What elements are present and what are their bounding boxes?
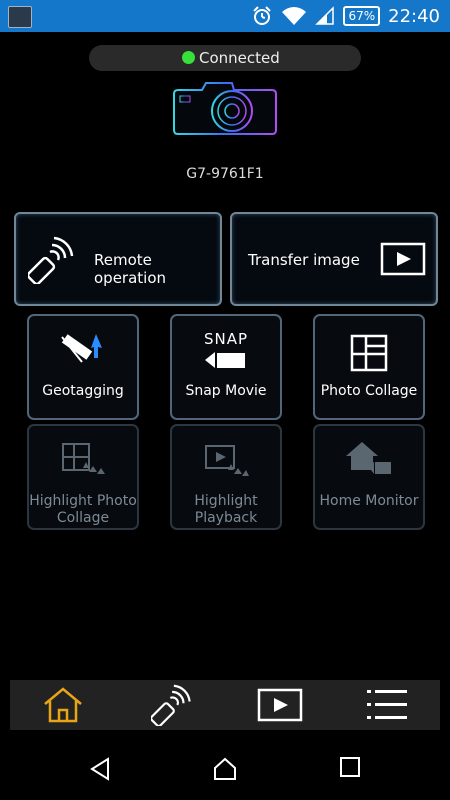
remote-control-icon [28, 236, 74, 284]
geotagging-label: Geotagging [42, 383, 124, 399]
geotagging-button[interactable]: Geotagging [27, 314, 139, 420]
highlight-collage-icon [62, 443, 105, 474]
play-icon [257, 688, 303, 722]
transfer-image-label: Transfer image [248, 251, 360, 269]
highlight-playback-line2: Playback [194, 510, 258, 526]
highlight-photo-collage-line1: Highlight Photo [29, 493, 137, 509]
connection-label: Connected [199, 49, 280, 67]
system-nav-bar [0, 738, 450, 800]
collage-grid-icon [350, 334, 388, 372]
battery-indicator: 67% [343, 6, 381, 26]
nav-playback[interactable] [230, 680, 330, 730]
nav-home[interactable] [13, 680, 113, 730]
snap-movie-label: Snap Movie [185, 383, 267, 399]
back-icon[interactable] [88, 756, 112, 782]
highlight-playback-icon [205, 445, 249, 476]
nav-remote[interactable] [123, 680, 223, 730]
recents-icon[interactable] [339, 756, 361, 778]
photo-collage-button[interactable]: Photo Collage [313, 314, 425, 420]
transfer-image-button[interactable]: Transfer image [230, 212, 438, 306]
app-notification-icon [8, 6, 32, 28]
wifi-icon [282, 7, 307, 25]
signal-icon [315, 6, 335, 25]
highlight-playback-button[interactable]: Highlight Playback [170, 424, 282, 530]
nav-menu[interactable] [337, 680, 437, 730]
connection-status: Connected [89, 45, 361, 71]
camera-icon [173, 82, 277, 135]
highlight-photo-collage-label: Highlight Photo Collage [29, 493, 137, 527]
photo-collage-label: Photo Collage [320, 383, 418, 399]
snap-movie-icon [205, 352, 245, 368]
home-monitor-icon [346, 442, 391, 474]
satellite-icon [61, 334, 102, 363]
remote-operation-label: Remote operation [94, 251, 167, 287]
snap-movie-button[interactable]: SNAP Snap Movie [170, 314, 282, 420]
home-monitor-label: Home Monitor [319, 493, 419, 509]
remote-control-icon [151, 684, 191, 726]
highlight-photo-collage-line2: Collage [56, 510, 110, 526]
status-bar: 67% 22:40 [0, 0, 450, 32]
snap-badge: SNAP [203, 330, 249, 348]
alarm-icon [253, 6, 272, 25]
connection-indicator-dot [182, 51, 195, 64]
device-name: G7-9761F1 [186, 166, 264, 182]
home-monitor-button[interactable]: Home Monitor [313, 424, 425, 530]
play-screen-icon [380, 242, 426, 276]
highlight-playback-line1: Highlight [194, 493, 258, 509]
remote-operation-button[interactable]: Remote operation [14, 212, 222, 306]
bottom-nav-bar [10, 680, 440, 730]
clock: 22:40 [388, 5, 440, 27]
highlight-playback-label: Highlight Playback [172, 493, 280, 527]
highlight-photo-collage-button[interactable]: Highlight Photo Collage [27, 424, 139, 530]
home-icon [44, 687, 82, 723]
home-nav-icon[interactable] [212, 756, 238, 782]
menu-icon [367, 690, 407, 719]
